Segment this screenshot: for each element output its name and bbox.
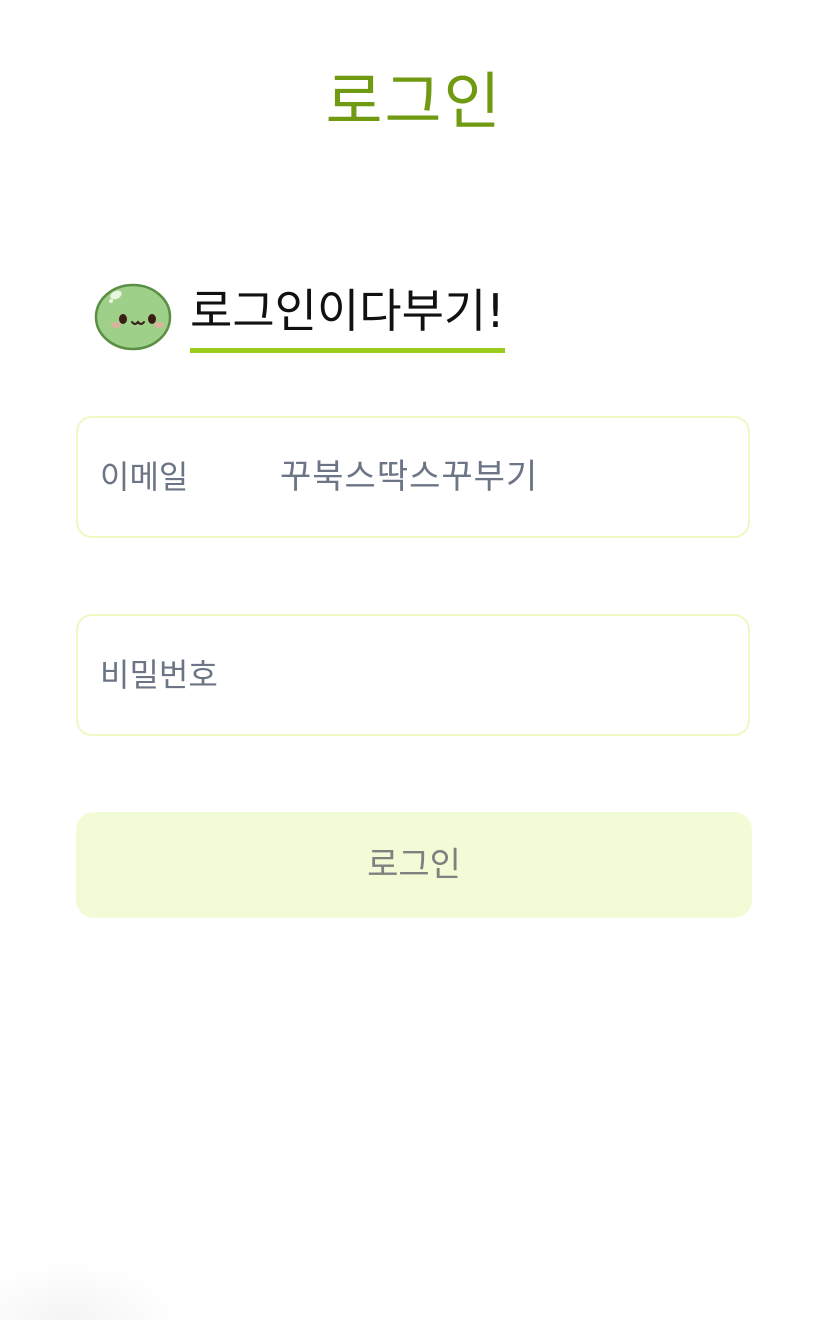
email-input[interactable]: 꾸북스딱스꾸부기	[280, 418, 538, 536]
green-slime-mascot-icon	[94, 283, 172, 351]
password-label: 비밀번호	[100, 656, 218, 694]
corner-shadow	[0, 1260, 180, 1320]
page-title: 로그인	[325, 65, 503, 138]
email-label: 이메일	[100, 458, 189, 496]
greeting-row: 로그인이다부기!	[94, 278, 505, 358]
greeting-text: 로그인이다부기!	[190, 278, 505, 353]
login-page: 로그인 로그인이다부기! 이메일 꾸북스딱스꾸부기 비밀번호 로그인	[0, 0, 828, 1320]
password-field[interactable]: 비밀번호	[76, 614, 750, 736]
login-button[interactable]: 로그인	[76, 812, 752, 918]
email-field[interactable]: 이메일 꾸북스딱스꾸부기	[76, 416, 750, 538]
